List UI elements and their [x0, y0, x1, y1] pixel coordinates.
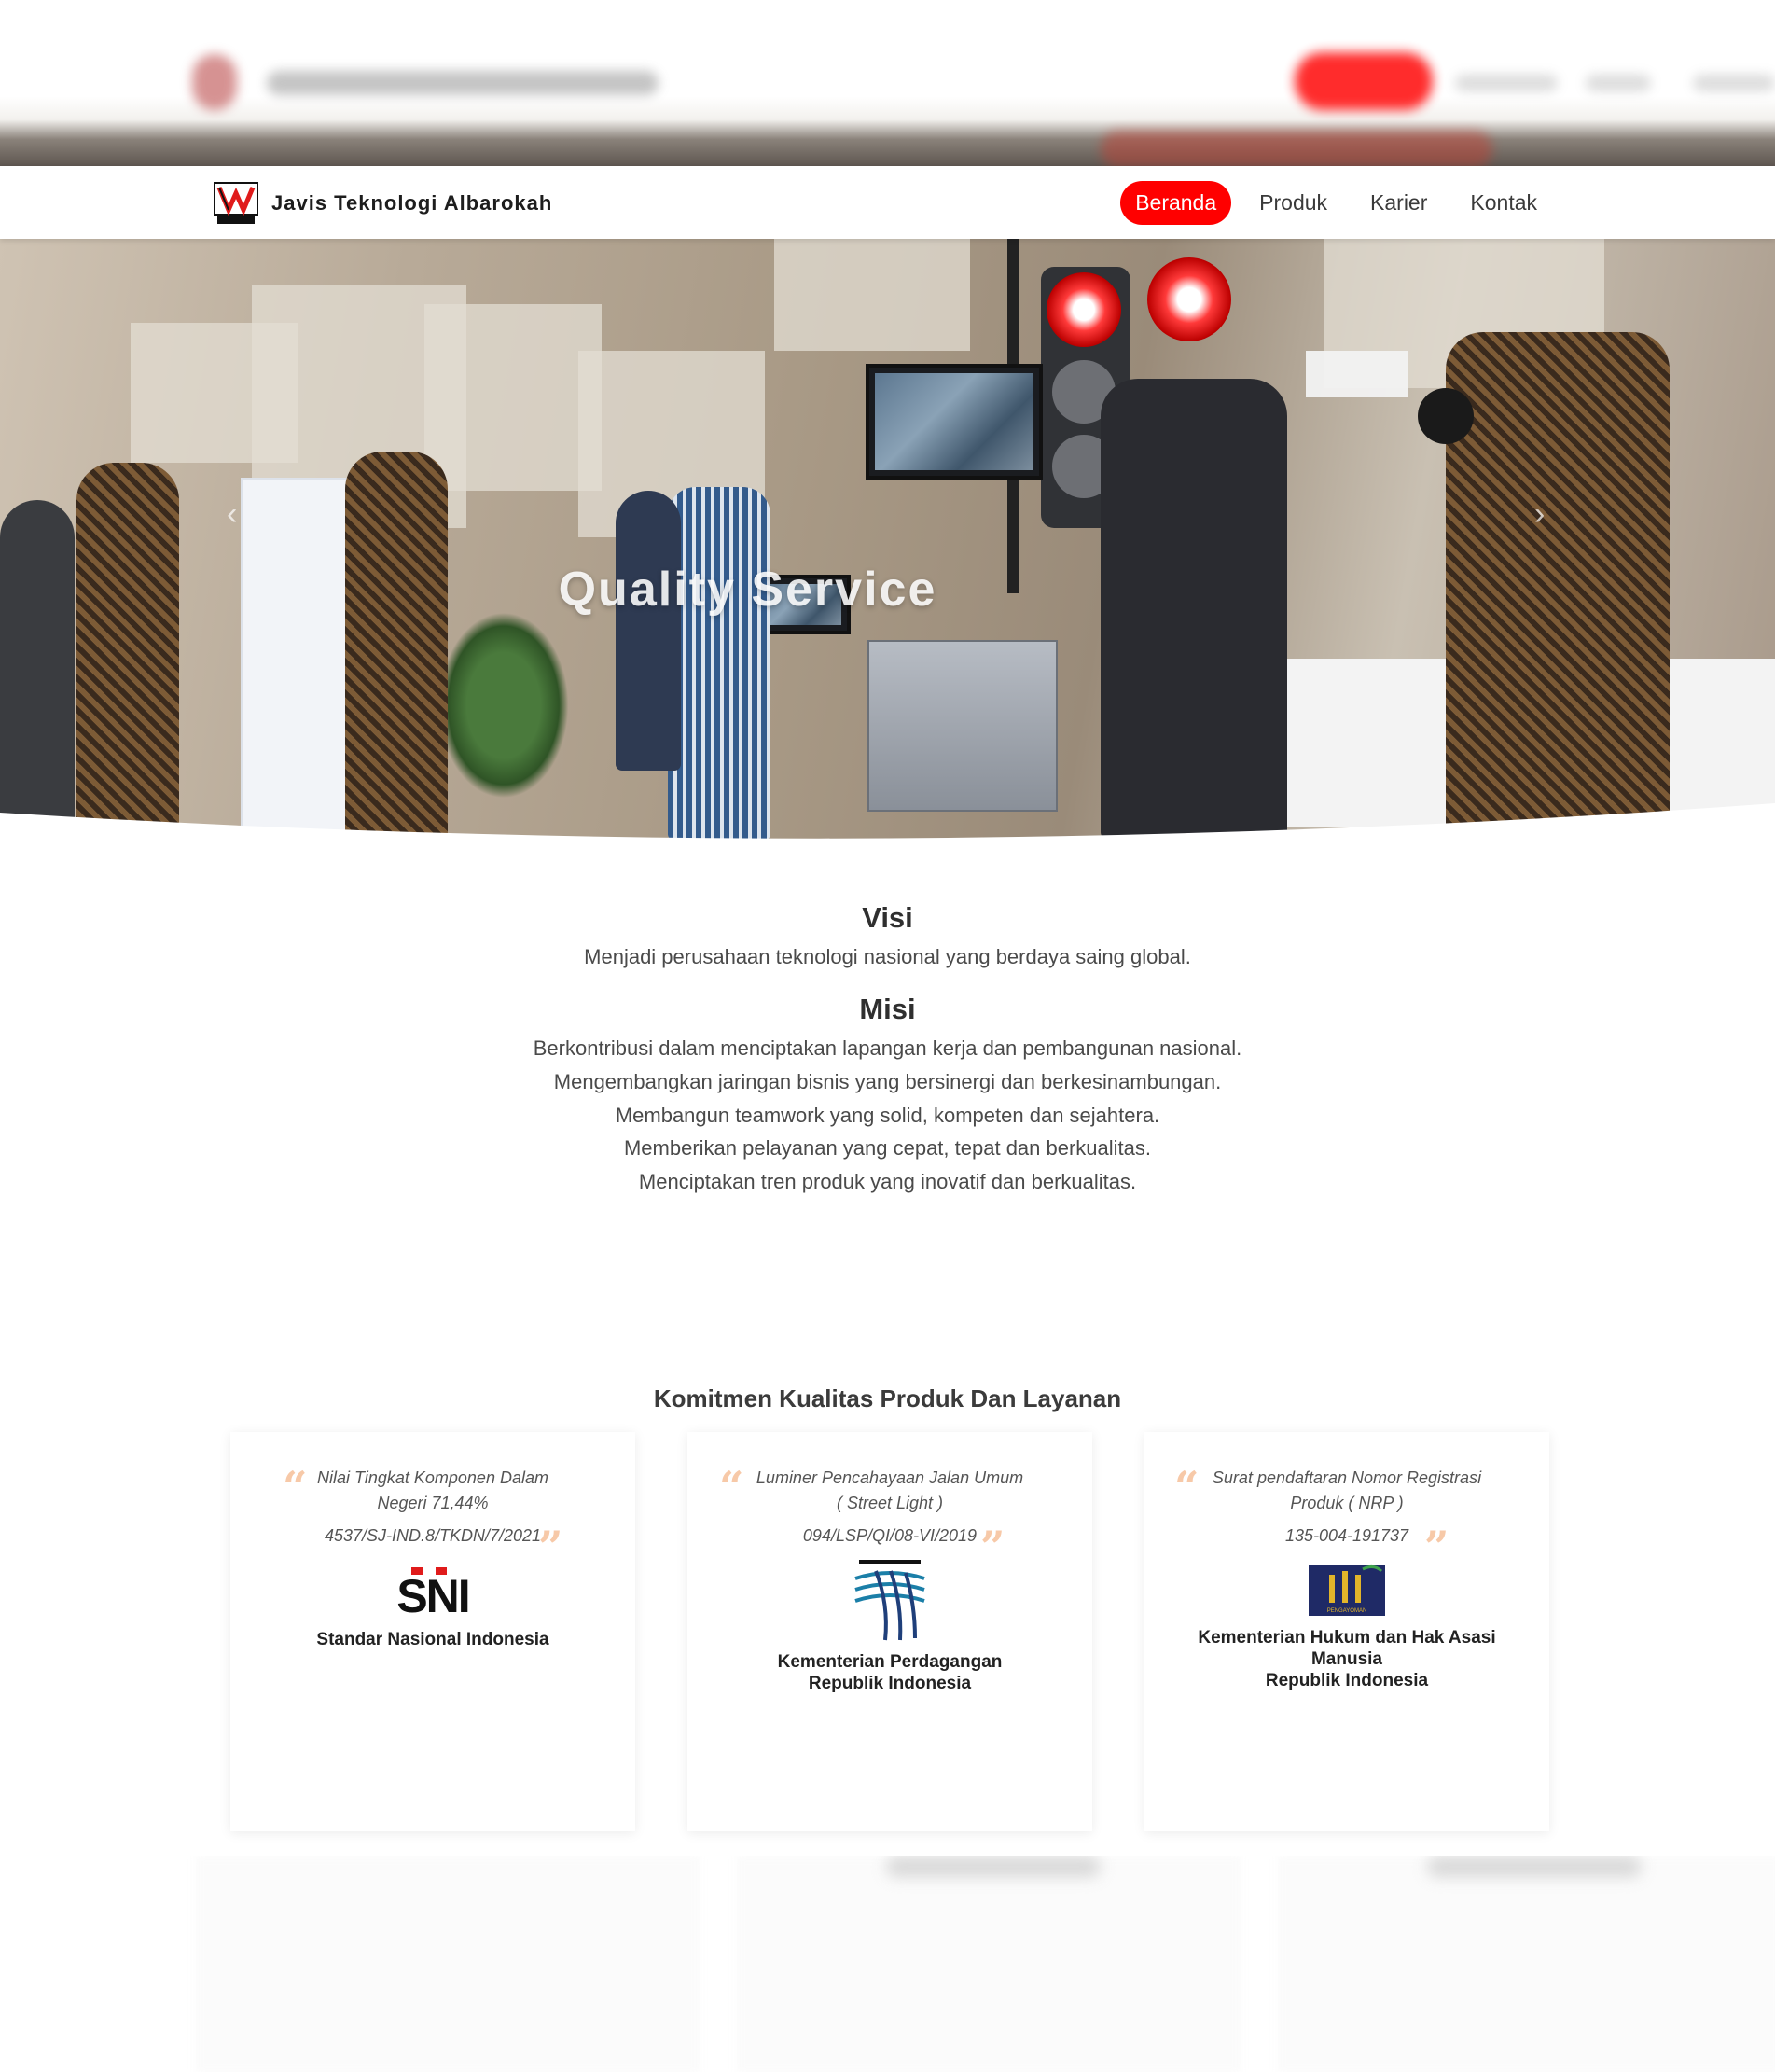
potted-plant — [438, 612, 569, 799]
organization-name: Kementerian Perdagangan Republik Indones… — [687, 1651, 1092, 1694]
quote-open-icon: “ — [283, 1462, 308, 1512]
organization-name: Kementerian Hukum dan Hak Asasi Manusia … — [1144, 1627, 1549, 1691]
misi-item: Membangun teamwork yang solid, kompeten … — [615, 1103, 1160, 1127]
blurred-footer-backdrop — [0, 1856, 1775, 2072]
blurred-nav-item — [1455, 75, 1558, 91]
org-line: Standar Nasional Indonesia — [316, 1630, 549, 1649]
misi-heading: Misi — [859, 993, 916, 1025]
visi-text: Menjadi perusahaan teknologi nasional ya… — [584, 945, 1191, 968]
quote-line: Negeri 71,44% — [377, 1494, 489, 1512]
kemenkumham-logo-icon: PENGAYOMAN — [1309, 1562, 1385, 1620]
person-head — [1418, 388, 1474, 444]
blurred-hero-strip — [1101, 131, 1492, 166]
quote-line: Surat pendaftaran Nomor Registrasi — [1212, 1468, 1482, 1487]
javis-logo-icon — [214, 182, 258, 225]
quote-close-icon: ” — [980, 1522, 1005, 1572]
misi-list: Berkontribusi dalam menciptakan lapangan… — [0, 1032, 1775, 1199]
nav-item-karier[interactable]: Karier — [1355, 181, 1442, 225]
sni-logo-icon: SNI — [391, 1564, 475, 1622]
blurred-card — [1278, 1856, 1775, 2072]
hero-caption: Quality Service — [558, 563, 937, 617]
brand-name: Javis Teknologi Albarokah — [271, 191, 553, 215]
svg-text:PENGAYOMAN: PENGAYOMAN — [1327, 1608, 1367, 1614]
blurred-card — [196, 1856, 700, 2072]
hero-carousel: Quality Service ‹ › — [0, 239, 1775, 840]
commitment-card-kemenkumham: “ Surat pendaftaran Nomor Registrasi Pro… — [1144, 1432, 1549, 1831]
person — [616, 491, 681, 771]
misi-item: Menciptakan tren produk yang inovatif da… — [638, 1170, 1137, 1194]
card-quote: “ Nilai Tingkat Komponen Dalam Negeri 71… — [230, 1432, 635, 1568]
blurred-shadow — [886, 1856, 1101, 1877]
person — [76, 463, 179, 840]
quote-open-icon: “ — [1174, 1462, 1200, 1512]
person — [345, 452, 448, 840]
blurred-title — [267, 71, 659, 95]
commitment-title: Komitmen Kualitas Produk Dan Layanan — [653, 1384, 1122, 1412]
svg-text:SNI: SNI — [396, 1570, 468, 1621]
blurred-logo — [192, 54, 237, 110]
visi-misi-section: Visi Menjadi perusahaan teknologi nasion… — [0, 896, 1775, 1199]
red-lamp — [1147, 257, 1231, 341]
org-line: Republik Indonesia — [1265, 1671, 1429, 1690]
quote-open-icon: “ — [719, 1462, 744, 1512]
org-line: Kementerian Hukum dan Hak Asasi Manusia — [1198, 1628, 1496, 1669]
nav-item-kontak[interactable]: Kontak — [1455, 181, 1552, 225]
card-quote: “ Surat pendaftaran Nomor Registrasi Pro… — [1144, 1432, 1549, 1568]
organization-name: Standar Nasional Indonesia — [230, 1629, 635, 1650]
nav-item-beranda[interactable]: Beranda — [1120, 181, 1232, 225]
person — [0, 500, 75, 840]
org-line: Republik Indonesia — [808, 1674, 972, 1693]
misi-item: Memberikan pelayanan yang cepat, tepat d… — [623, 1136, 1152, 1161]
chevron-right-icon[interactable]: › — [1534, 496, 1545, 533]
navbar: Javis Teknologi Albarokah Beranda Produk… — [0, 166, 1775, 239]
kemendag-logo-icon — [848, 1558, 932, 1644]
quote-close-icon: ” — [538, 1522, 563, 1572]
controller-cabinet — [867, 640, 1058, 812]
org-line: Kementerian Perdagangan — [777, 1652, 1003, 1672]
hero-bottom-curve — [0, 803, 1775, 840]
quote-line: ( Street Light ) — [836, 1494, 944, 1512]
misi-item: Berkontribusi dalam menciptakan lapangan… — [533, 1036, 1242, 1060]
cctv-monitor — [866, 364, 1043, 480]
blurred-active-nav — [1295, 52, 1433, 110]
nav-item-produk[interactable]: Produk — [1244, 181, 1342, 225]
main-nav: Beranda Produk Karier Kontak — [1120, 181, 1552, 225]
wall-art-panel — [424, 304, 602, 491]
card-quote: “ Luminer Pencahayaan Jalan Umum ( Stree… — [687, 1432, 1092, 1568]
quote-close-icon: ” — [1424, 1522, 1449, 1572]
blurred-nav-item — [1693, 75, 1775, 91]
red-lamp — [1047, 272, 1121, 347]
misi-item: Mengembangkan jaringan bisnis yang bersi… — [553, 1069, 1222, 1093]
quote-line: Produk ( NRP ) — [1290, 1494, 1404, 1512]
air-conditioner — [1306, 351, 1408, 397]
brand-link[interactable]: Javis Teknologi Albarokah — [214, 182, 552, 225]
certificate-number: 135-004-191737 — [1284, 1526, 1409, 1545]
blurred-shadow — [1427, 1856, 1642, 1877]
commitment-cards: “ Nilai Tingkat Komponen Dalam Negeri 71… — [230, 1432, 1551, 1831]
commitment-card-kemendag: “ Luminer Pencahayaan Jalan Umum ( Stree… — [687, 1432, 1092, 1831]
commitment-card-sni: “ Nilai Tingkat Komponen Dalam Negeri 71… — [230, 1432, 635, 1831]
quote-line: Luminer Pencahayaan Jalan Umum — [756, 1468, 1024, 1487]
quote-line: Nilai Tingkat Komponen Dalam — [317, 1468, 548, 1487]
blurred-nav-item — [1586, 75, 1651, 91]
wall-art-panel — [774, 239, 970, 351]
blurred-card — [737, 1856, 1241, 2072]
person — [668, 487, 770, 840]
chevron-left-icon[interactable]: ‹ — [227, 496, 237, 533]
blurred-header-backdrop — [0, 0, 1775, 166]
visi-heading: Visi — [862, 901, 913, 934]
